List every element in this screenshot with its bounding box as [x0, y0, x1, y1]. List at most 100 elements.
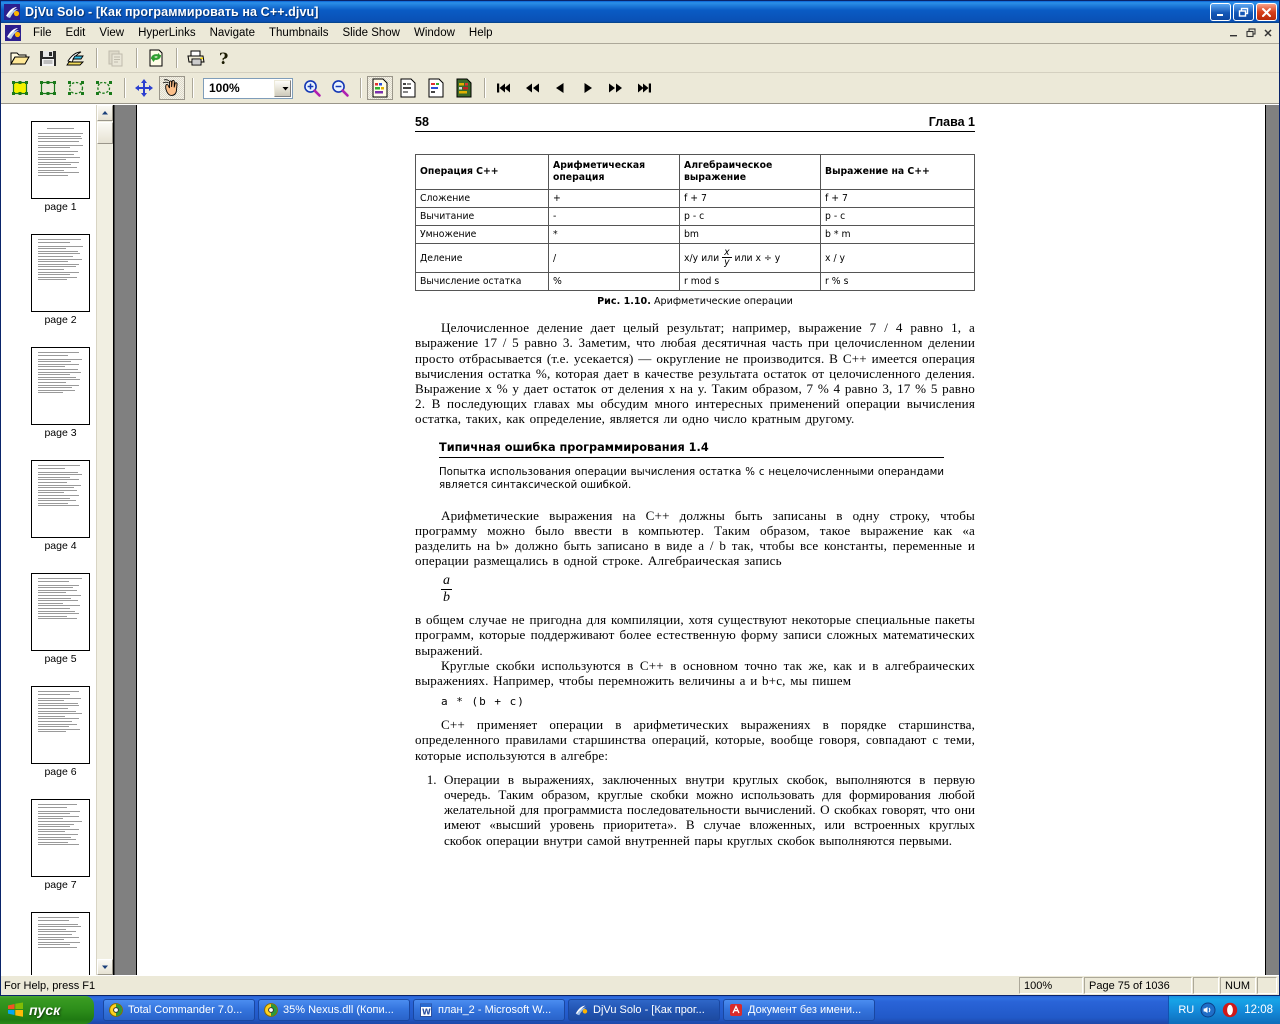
menu-window[interactable]: Window — [407, 25, 462, 41]
scroll-down-button[interactable] — [97, 959, 113, 975]
display-background-icon[interactable] — [451, 76, 477, 100]
display-bw-icon[interactable] — [395, 76, 421, 100]
thumbnails-pane[interactable]: page 1 page 2 page 3 page 4 page 5 page … — [1, 105, 114, 975]
select-oval-icon[interactable] — [63, 76, 89, 100]
next-page-icon[interactable] — [575, 76, 601, 100]
fraction-x-over-y: xy — [722, 247, 732, 269]
thumbnail-item[interactable] — [31, 912, 90, 975]
open-icon[interactable] — [7, 46, 33, 70]
fraction-numerator: a — [441, 573, 452, 591]
thumbnail-item[interactable]: page 6 — [31, 686, 90, 778]
taskbar-clock[interactable]: 12:08 — [1244, 1004, 1273, 1016]
toolbar-separator — [192, 78, 194, 98]
mdi-restore-button[interactable] — [1243, 26, 1259, 41]
next-page-fast-icon[interactable] — [603, 76, 629, 100]
table-row: Сложение + f + 7 f + 7 — [415, 189, 975, 209]
opera-icon[interactable] — [1222, 1002, 1238, 1018]
common-programming-error-box: Типичная ошибка программирования 1.4 Поп… — [415, 441, 975, 492]
menu-hyperlinks[interactable]: HyperLinks — [131, 25, 203, 41]
refresh-page-icon[interactable] — [143, 46, 169, 70]
chevron-down-icon[interactable] — [274, 79, 291, 97]
restore-button[interactable] — [1233, 3, 1254, 21]
thumbnail-item[interactable]: page 4 — [31, 460, 90, 552]
cell-arithmetic: / — [548, 243, 680, 274]
status-bar: For Help, press F1 100% Page 75 of 1036 … — [1, 975, 1279, 995]
thumbnail-page-image — [31, 686, 90, 764]
menu-edit[interactable]: Edit — [59, 25, 93, 41]
thumbnails-scrollbar[interactable] — [96, 105, 113, 975]
taskbar-item-word[interactable]: W план_2 - Microsoft W... — [413, 999, 565, 1021]
taskbar-item-untitled-document[interactable]: Документ без имени... — [723, 999, 875, 1021]
thumbnail-item[interactable]: page 7 — [31, 799, 90, 891]
menu-navigate[interactable]: Navigate — [203, 25, 262, 41]
pan-icon[interactable] — [131, 76, 157, 100]
zoom-in-icon[interactable] — [299, 76, 325, 100]
select-lasso-icon[interactable] — [91, 76, 117, 100]
list-item: Операции в выражениях, заключенных внутр… — [441, 772, 975, 848]
total-commander-icon — [264, 1003, 278, 1017]
error-box-title: Типичная ошибка программирования 1.4 — [439, 441, 944, 458]
cell-operation: Вычитание — [415, 207, 549, 227]
zoom-value: 100% — [209, 81, 240, 95]
volume-icon[interactable] — [1200, 1002, 1216, 1018]
thumbnail-item[interactable]: page 5 — [31, 573, 90, 665]
display-color-icon[interactable] — [367, 76, 393, 100]
document-viewport[interactable]: 58 Глава 1 Операция C++ Арифметическая о… — [114, 105, 1279, 975]
title-bar[interactable]: DjVu Solo - [Как программировать на C++.… — [1, 1, 1279, 23]
status-help-text: For Help, press F1 — [4, 979, 96, 992]
cell-arithmetic: * — [548, 225, 680, 245]
copy-icon[interactable] — [103, 46, 129, 70]
cell-cpp: p - c — [820, 207, 975, 227]
cell-arithmetic: % — [548, 272, 680, 292]
display-foreground-icon[interactable] — [423, 76, 449, 100]
export-icon[interactable] — [63, 46, 89, 70]
scrollbar-thumb[interactable] — [97, 122, 113, 144]
zoom-combobox[interactable]: 100% — [203, 77, 293, 99]
menu-view[interactable]: View — [92, 25, 131, 41]
zoom-out-icon[interactable] — [327, 76, 353, 100]
toolbar-separator — [136, 48, 138, 68]
status-trailing — [1257, 977, 1277, 994]
figure-caption-label: Рис. 1.10. — [597, 296, 651, 308]
menu-slide-show[interactable]: Slide Show — [335, 25, 407, 41]
taskbar-item-djvu-solo[interactable]: DjVu Solo - [Как прог... — [568, 999, 720, 1021]
minimize-button[interactable] — [1210, 3, 1231, 21]
thumbnail-item[interactable]: page 1 — [31, 121, 90, 213]
menu-help[interactable]: Help — [462, 25, 500, 41]
scroll-up-button[interactable] — [97, 105, 113, 121]
mdi-minimize-button[interactable] — [1226, 26, 1242, 41]
thumbnail-label: page 5 — [44, 653, 77, 665]
thumbnail-item[interactable]: page 2 — [31, 234, 90, 326]
toolbar-separator — [96, 48, 98, 68]
taskbar-item-total-commander[interactable]: Total Commander 7.0... — [103, 999, 255, 1021]
taskbar-item-label: Документ без имени... — [748, 1004, 862, 1016]
last-page-icon[interactable] — [631, 76, 657, 100]
help-icon[interactable]: ? — [211, 46, 237, 70]
taskbar-buttons: Total Commander 7.0... 35% Nexus.dll (Ко… — [103, 999, 875, 1021]
mdi-close-button[interactable] — [1260, 26, 1276, 41]
print-icon[interactable] — [183, 46, 209, 70]
prev-page-fast-icon[interactable] — [519, 76, 545, 100]
figure-caption: Рис. 1.10. Арифметические операции — [415, 296, 975, 307]
select-rect-filled-icon[interactable] — [7, 76, 33, 100]
thumbnail-item[interactable]: page 3 — [31, 347, 90, 439]
cell-arithmetic: + — [548, 189, 680, 209]
cell-algebraic: f + 7 — [679, 189, 821, 209]
save-icon[interactable] — [35, 46, 61, 70]
first-page-icon[interactable] — [491, 76, 517, 100]
select-rect-icon[interactable] — [35, 76, 61, 100]
document-window-icon[interactable] — [5, 25, 21, 41]
error-box-text: Попытка использования операции вычислени… — [439, 466, 944, 491]
taskbar-item-nexus-copy[interactable]: 35% Nexus.dll (Копи... — [258, 999, 410, 1021]
menu-bar: File Edit View HyperLinks Navigate Thumb… — [1, 23, 1279, 44]
table-row: Вычитание - p - c p - c — [415, 207, 975, 227]
close-button[interactable] — [1256, 3, 1277, 21]
menu-file[interactable]: File — [26, 25, 59, 41]
hand-icon[interactable] — [159, 76, 185, 100]
application-window: DjVu Solo - [Как программировать на C++.… — [0, 0, 1280, 996]
start-button[interactable]: пуск — [0, 996, 94, 1024]
language-indicator[interactable]: RU — [1178, 1004, 1194, 1016]
menu-thumbnails[interactable]: Thumbnails — [262, 25, 335, 41]
toolbar-separator — [484, 78, 486, 98]
prev-page-icon[interactable] — [547, 76, 573, 100]
